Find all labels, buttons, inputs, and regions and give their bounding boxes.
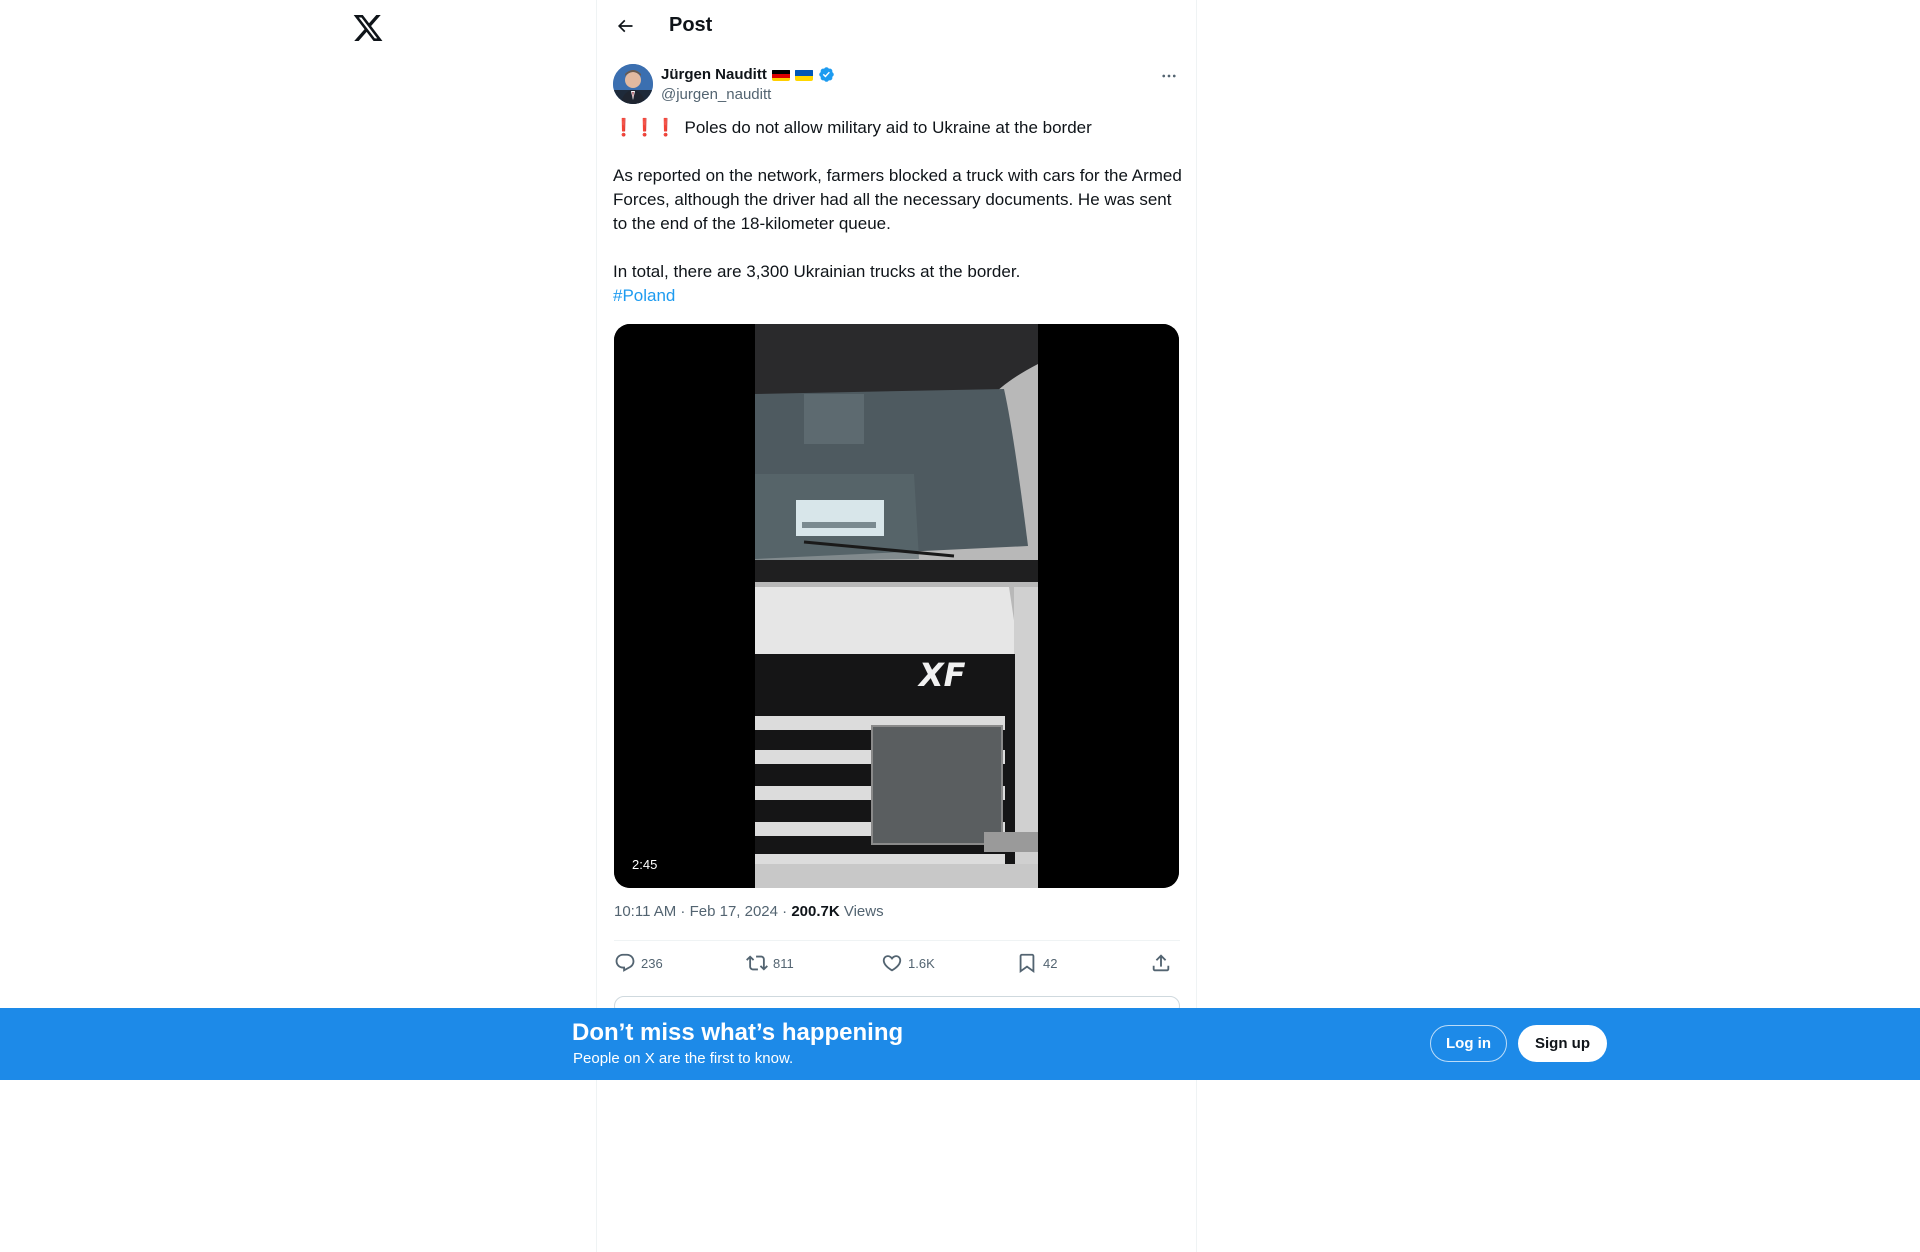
author-name-row[interactable]: Jürgen Nauditt xyxy=(661,66,835,83)
exclamation-emoji: ❗❗❗ xyxy=(613,118,677,137)
views-count: 200.7K xyxy=(791,903,840,920)
post-text-paragraph: As reported on the network, farmers bloc… xyxy=(613,166,1182,233)
heart-icon xyxy=(882,955,902,972)
germany-flag-icon xyxy=(771,69,790,81)
banner-title: Don’t miss what’s happening xyxy=(572,1019,904,1046)
login-button[interactable]: Log in xyxy=(1430,1025,1507,1062)
video-duration: 2:45 xyxy=(632,857,658,872)
video-player[interactable]: XF 2:45 xyxy=(614,324,1179,888)
bookmark-button[interactable]: 42 xyxy=(1016,952,1057,974)
signup-banner: Don’t miss what’s happening People on X … xyxy=(0,1008,1920,1080)
post-text: ❗❗❗ Poles do not allow military aid to Uk… xyxy=(613,116,1183,308)
repost-count: 811 xyxy=(773,955,794,971)
verified-badge-icon[interactable] xyxy=(818,66,835,83)
avatar[interactable] xyxy=(613,64,653,104)
hashtag-link[interactable]: #Poland xyxy=(613,286,675,305)
page-title: Post xyxy=(669,14,713,36)
post-author: Jürgen Nauditt @jurgen_nauditt xyxy=(613,64,1181,108)
banner-subtitle: People on X are the first to know. xyxy=(573,1050,794,1067)
post-actions: 236 811 1.6K 42 xyxy=(614,952,1180,980)
signup-button[interactable]: Sign up xyxy=(1518,1025,1607,1062)
bookmark-count: 42 xyxy=(1043,955,1058,971)
repost-icon xyxy=(746,955,768,971)
share-button[interactable] xyxy=(1150,952,1172,974)
video-thumbnail: XF xyxy=(614,324,1179,888)
author-handle[interactable]: @jurgen_nauditt xyxy=(661,86,771,103)
svg-text:XF: XF xyxy=(917,656,966,694)
author-name[interactable]: Jürgen Nauditt xyxy=(661,66,767,83)
post-text-line1: ❗❗❗ Poles do not allow military aid to Uk… xyxy=(613,118,1092,137)
post-time-date[interactable]: 10:11 AM · Feb 17, 2024 · xyxy=(614,903,791,920)
more-options-button[interactable] xyxy=(1157,64,1181,88)
back-button[interactable] xyxy=(607,8,643,44)
topbar: Post xyxy=(597,0,1196,53)
x-logo-icon[interactable] xyxy=(352,12,384,44)
share-icon xyxy=(1152,954,1170,972)
ukraine-flag-icon xyxy=(794,69,813,81)
post-text-paragraph: In total, there are 3,300 Ukrainian truc… xyxy=(613,262,1021,281)
like-count: 1.6K xyxy=(908,955,935,971)
repost-button[interactable]: 811 xyxy=(746,952,794,974)
bookmark-icon xyxy=(1019,953,1035,974)
divider xyxy=(614,940,1180,941)
more-dots-icon xyxy=(1162,74,1176,78)
like-button[interactable]: 1.6K xyxy=(881,952,935,974)
views-label: Views xyxy=(839,903,884,920)
arrow-left-icon xyxy=(617,19,633,33)
reply-button[interactable]: 236 xyxy=(614,952,663,974)
reply-count: 236 xyxy=(641,955,663,971)
reply-icon xyxy=(615,953,635,972)
post-timestamp: 10:11 AM · Feb 17, 2024 · 200.7K Views xyxy=(614,903,884,920)
